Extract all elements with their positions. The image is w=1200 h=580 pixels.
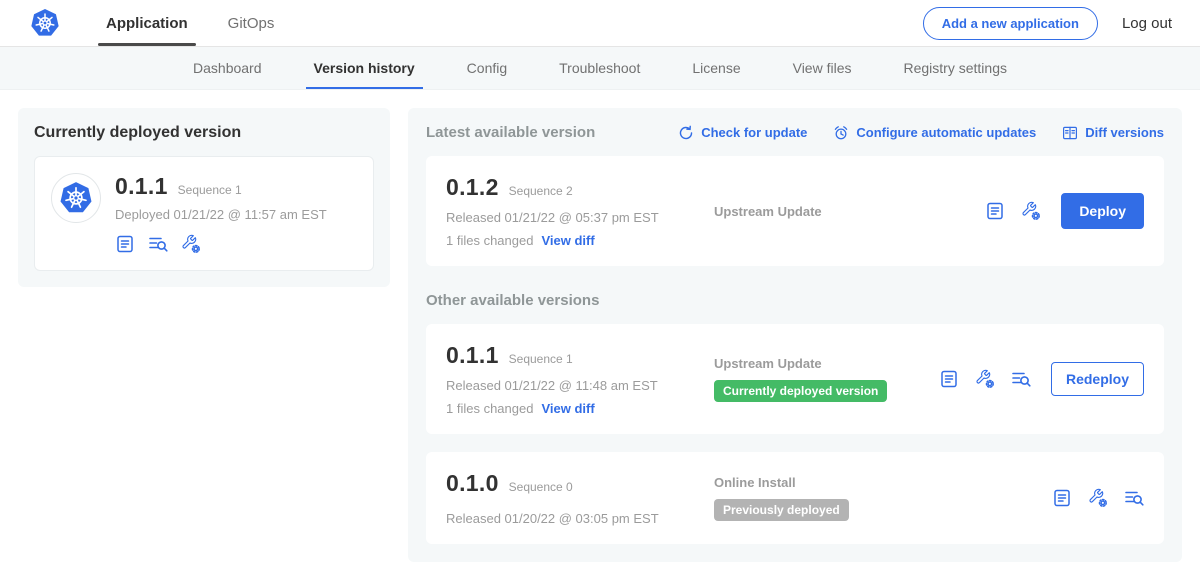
- version-actions: Check for update Configure automatic upd…: [678, 125, 1164, 141]
- version-source: Upstream Update: [714, 204, 985, 219]
- kubernetes-logo-icon: [59, 181, 93, 215]
- edit-config-icon[interactable]: [181, 234, 201, 254]
- deployed-card-actions: [115, 234, 327, 254]
- version-card-actions: Deploy: [985, 193, 1144, 229]
- diff-versions-label: Diff versions: [1085, 125, 1164, 140]
- version-source-block: Upstream Update: [698, 204, 985, 219]
- refresh-icon: [678, 125, 694, 141]
- version-source: Online Install: [714, 475, 1052, 490]
- version-number: 0.1.2: [446, 174, 499, 201]
- main-content: Currently deployed version: [0, 90, 1200, 580]
- latest-version-header: Latest available version Check for updat…: [426, 124, 1164, 141]
- release-notes-icon[interactable]: [115, 234, 135, 254]
- view-diff-icon[interactable]: [148, 234, 168, 254]
- deploy-button[interactable]: Deploy: [1061, 193, 1144, 229]
- app-subnav: Dashboard Version history Config Trouble…: [0, 47, 1200, 90]
- subnav-item-view-files[interactable]: View files: [767, 47, 878, 89]
- view-diff-link[interactable]: View diff: [541, 233, 594, 248]
- auto-update-icon: [833, 125, 849, 141]
- version-history-panel: Latest available version Check for updat…: [408, 108, 1182, 562]
- subnav-item-config[interactable]: Config: [441, 47, 533, 89]
- edit-config-icon[interactable]: [1088, 488, 1108, 508]
- version-number: 0.1.0: [446, 470, 499, 497]
- version-number: 0.1.1: [446, 342, 499, 369]
- files-changed-label: 1 files changed: [446, 401, 533, 416]
- sequence-label: Sequence 2: [509, 184, 573, 198]
- sequence-label: Sequence 1: [509, 352, 573, 366]
- release-notes-icon[interactable]: [939, 369, 959, 389]
- logout-button[interactable]: Log out: [1122, 15, 1172, 32]
- view-diff-icon[interactable]: [1124, 488, 1144, 508]
- top-header: Application GitOps Add a new application…: [0, 0, 1200, 47]
- version-source: Upstream Update: [714, 356, 939, 371]
- configure-automatic-updates-link[interactable]: Configure automatic updates: [833, 125, 1036, 141]
- version-info: 0.1.1 Sequence 1 Released 01/21/22 @ 11:…: [446, 342, 698, 416]
- previously-deployed-badge: Previously deployed: [714, 499, 849, 521]
- currently-deployed-panel: Currently deployed version: [18, 108, 390, 287]
- subnav-item-version-history[interactable]: Version history: [288, 47, 441, 89]
- deployed-panel-title: Currently deployed version: [34, 124, 374, 142]
- configure-automatic-updates-label: Configure automatic updates: [856, 125, 1036, 140]
- release-notes-icon[interactable]: [985, 201, 1005, 221]
- currently-deployed-badge: Currently deployed version: [714, 380, 887, 402]
- check-for-update-label: Check for update: [701, 125, 807, 140]
- tab-application[interactable]: Application: [86, 0, 208, 46]
- sequence-label: Sequence 1: [178, 183, 242, 197]
- diff-versions-icon: [1062, 125, 1078, 141]
- sequence-label: Sequence 0: [509, 480, 573, 494]
- app-icon-ring: [51, 173, 101, 223]
- version-card-0-1-0: 0.1.0 Sequence 0 Released 01/20/22 @ 03:…: [426, 452, 1164, 544]
- redeploy-button[interactable]: Redeploy: [1051, 362, 1144, 396]
- version-card-0-1-1: 0.1.1 Sequence 1 Released 01/21/22 @ 11:…: [426, 324, 1164, 434]
- check-for-update-link[interactable]: Check for update: [678, 125, 807, 141]
- version-source-block: Online Install Previously deployed: [698, 475, 1052, 521]
- version-info: 0.1.0 Sequence 0 Released 01/20/22 @ 03:…: [446, 470, 698, 526]
- other-versions-title: Other available versions: [426, 292, 1164, 309]
- version-info: 0.1.2 Sequence 2 Released 01/21/22 @ 05:…: [446, 174, 698, 248]
- subnav-item-registry-settings[interactable]: Registry settings: [878, 47, 1033, 89]
- subnav-item-dashboard[interactable]: Dashboard: [167, 47, 288, 89]
- subnav-item-license[interactable]: License: [666, 47, 766, 89]
- view-diff-icon[interactable]: [1011, 369, 1031, 389]
- version-source-block: Upstream Update Currently deployed versi…: [698, 356, 939, 402]
- kubernetes-logo-icon: [30, 8, 60, 38]
- version-card-actions: [1052, 488, 1144, 508]
- released-timestamp: Released 01/20/22 @ 03:05 pm EST: [446, 511, 698, 526]
- deployed-version-info: 0.1.1 Sequence 1 Deployed 01/21/22 @ 11:…: [115, 173, 327, 254]
- deployed-version-card: 0.1.1 Sequence 1 Deployed 01/21/22 @ 11:…: [34, 156, 374, 271]
- released-timestamp: Released 01/21/22 @ 11:48 am EST: [446, 378, 698, 393]
- view-diff-link[interactable]: View diff: [541, 401, 594, 416]
- files-changed-label: 1 files changed: [446, 233, 533, 248]
- deployed-timestamp: Deployed 01/21/22 @ 11:57 am EST: [115, 207, 327, 222]
- version-number: 0.1.1: [115, 173, 168, 200]
- top-header-left: Application GitOps: [30, 0, 294, 46]
- version-card-actions: Redeploy: [939, 362, 1144, 396]
- diff-versions-link[interactable]: Diff versions: [1062, 125, 1164, 141]
- release-notes-icon[interactable]: [1052, 488, 1072, 508]
- edit-config-icon[interactable]: [975, 369, 995, 389]
- tab-gitops[interactable]: GitOps: [208, 0, 295, 46]
- latest-version-title: Latest available version: [426, 124, 595, 141]
- released-timestamp: Released 01/21/22 @ 05:37 pm EST: [446, 210, 698, 225]
- version-card-latest: 0.1.2 Sequence 2 Released 01/21/22 @ 05:…: [426, 156, 1164, 266]
- edit-config-icon[interactable]: [1021, 201, 1041, 221]
- add-application-button[interactable]: Add a new application: [923, 7, 1098, 40]
- app-logo: [30, 0, 60, 46]
- subnav-item-troubleshoot[interactable]: Troubleshoot: [533, 47, 666, 89]
- top-header-right: Add a new application Log out: [923, 0, 1172, 46]
